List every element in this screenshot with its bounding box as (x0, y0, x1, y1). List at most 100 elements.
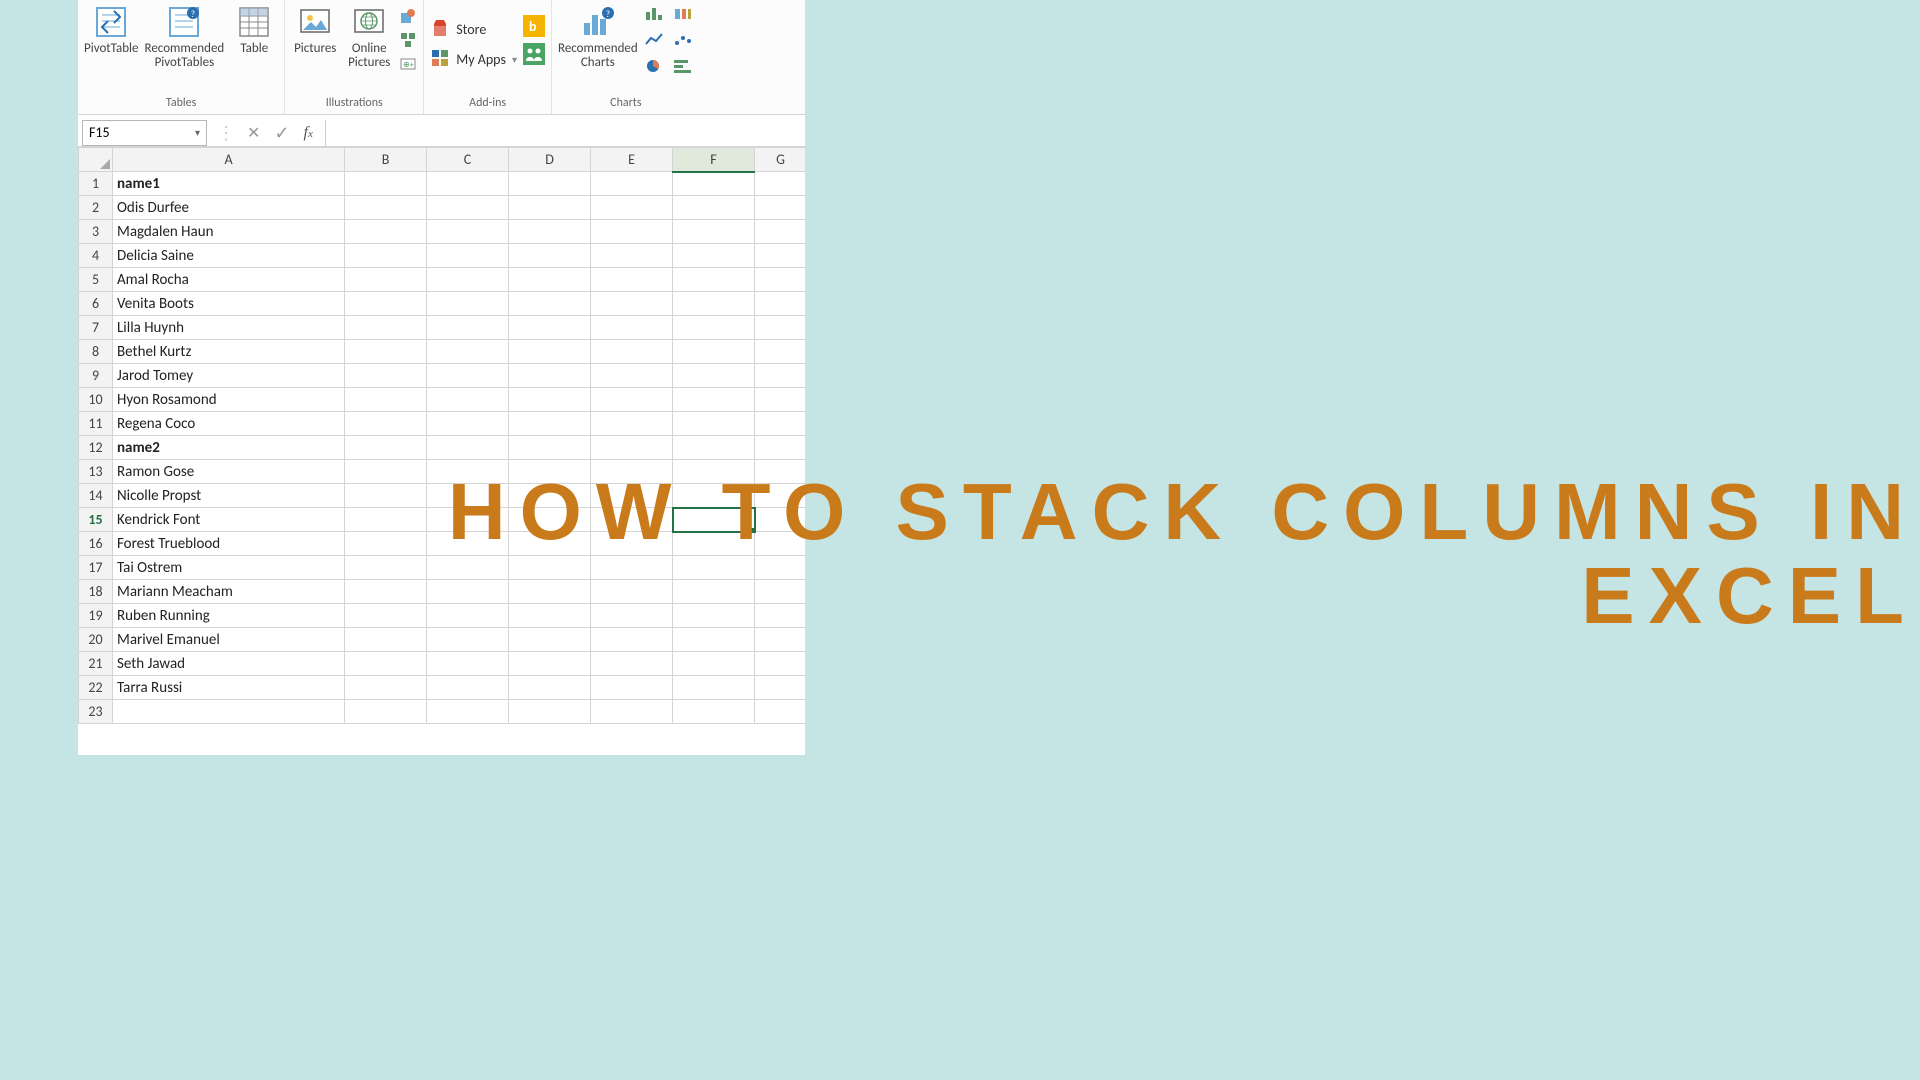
cell-B7[interactable] (345, 316, 427, 340)
cell-G7[interactable] (755, 316, 806, 340)
cell-B22[interactable] (345, 676, 427, 700)
cell-F5[interactable] (673, 268, 755, 292)
row-header-19[interactable]: 19 (79, 604, 113, 628)
screenshot-button[interactable]: ⊕+ (399, 55, 417, 77)
row-header-18[interactable]: 18 (79, 580, 113, 604)
column-header-A[interactable]: A (113, 148, 345, 172)
cell-F7[interactable] (673, 316, 755, 340)
column-header-C[interactable]: C (427, 148, 509, 172)
my-apps-button[interactable]: My Apps ▾ (430, 48, 517, 72)
cell-B9[interactable] (345, 364, 427, 388)
cell-C23[interactable] (427, 700, 509, 724)
cell-B16[interactable] (345, 532, 427, 556)
cell-F12[interactable] (673, 436, 755, 460)
pivottable-button[interactable]: PivotTable (84, 2, 139, 56)
row-header-22[interactable]: 22 (79, 676, 113, 700)
row-header-5[interactable]: 5 (79, 268, 113, 292)
cell-F2[interactable] (673, 196, 755, 220)
cell-B5[interactable] (345, 268, 427, 292)
cell-E4[interactable] (591, 244, 673, 268)
name-box-dropdown-icon[interactable]: ▾ (195, 126, 200, 139)
cell-B19[interactable] (345, 604, 427, 628)
cell-B8[interactable] (345, 340, 427, 364)
cell-C3[interactable] (427, 220, 509, 244)
cell-D11[interactable] (509, 412, 591, 436)
cell-A21[interactable]: Seth Jawad (113, 652, 345, 676)
cell-E7[interactable] (591, 316, 673, 340)
cell-B12[interactable] (345, 436, 427, 460)
people-graph-button[interactable] (523, 43, 545, 69)
cell-G8[interactable] (755, 340, 806, 364)
cell-A13[interactable]: Ramon Gose (113, 460, 345, 484)
cell-E21[interactable] (591, 652, 673, 676)
cell-F11[interactable] (673, 412, 755, 436)
cell-A1[interactable]: name1 (113, 172, 345, 196)
recommended-pivottables-button[interactable]: ? Recommended PivotTables (145, 2, 225, 70)
cell-A9[interactable]: Jarod Tomey (113, 364, 345, 388)
cell-B15[interactable] (345, 508, 427, 532)
cell-B2[interactable] (345, 196, 427, 220)
cell-D7[interactable] (509, 316, 591, 340)
cell-F23[interactable] (673, 700, 755, 724)
cell-A22[interactable]: Tarra Russi (113, 676, 345, 700)
cell-G5[interactable] (755, 268, 806, 292)
cell-E5[interactable] (591, 268, 673, 292)
column-header-B[interactable]: B (345, 148, 427, 172)
row-header-16[interactable]: 16 (79, 532, 113, 556)
cell-D6[interactable] (509, 292, 591, 316)
cell-F3[interactable] (673, 220, 755, 244)
cell-C4[interactable] (427, 244, 509, 268)
cancel-formula-button[interactable]: ✕ (247, 123, 260, 143)
row-header-8[interactable]: 8 (79, 340, 113, 364)
table-button[interactable]: Table (230, 2, 278, 56)
cell-F21[interactable] (673, 652, 755, 676)
cell-G2[interactable] (755, 196, 806, 220)
cell-E12[interactable] (591, 436, 673, 460)
row-header-1[interactable]: 1 (79, 172, 113, 196)
fx-icon[interactable]: fx (304, 124, 313, 142)
row-header-10[interactable]: 10 (79, 388, 113, 412)
cell-F1[interactable] (673, 172, 755, 196)
cell-C9[interactable] (427, 364, 509, 388)
cell-F10[interactable] (673, 388, 755, 412)
online-pictures-button[interactable]: Online Pictures (345, 2, 393, 70)
cell-E11[interactable] (591, 412, 673, 436)
cell-A14[interactable]: Nicolle Propst (113, 484, 345, 508)
column-header-E[interactable]: E (591, 148, 673, 172)
cell-A18[interactable]: Mariann Meacham (113, 580, 345, 604)
cell-C22[interactable] (427, 676, 509, 700)
cell-G3[interactable] (755, 220, 806, 244)
cell-G4[interactable] (755, 244, 806, 268)
cell-C11[interactable] (427, 412, 509, 436)
row-header-13[interactable]: 13 (79, 460, 113, 484)
cell-D5[interactable] (509, 268, 591, 292)
bar-chart-button[interactable] (672, 58, 694, 78)
name-box[interactable]: F15 ▾ (82, 120, 207, 146)
cell-E2[interactable] (591, 196, 673, 220)
pictures-button[interactable]: Pictures (291, 2, 339, 56)
row-header-15[interactable]: 15 (79, 508, 113, 532)
row-header-3[interactable]: 3 (79, 220, 113, 244)
store-button[interactable]: Store (430, 18, 517, 42)
cell-A8[interactable]: Bethel Kurtz (113, 340, 345, 364)
cell-C7[interactable] (427, 316, 509, 340)
cell-C10[interactable] (427, 388, 509, 412)
cell-G1[interactable] (755, 172, 806, 196)
cell-A6[interactable]: Venita Boots (113, 292, 345, 316)
row-header-9[interactable]: 9 (79, 364, 113, 388)
pie-chart-button[interactable] (644, 58, 666, 78)
column-header-F[interactable]: F (673, 148, 755, 172)
cell-D12[interactable] (509, 436, 591, 460)
cell-E1[interactable] (591, 172, 673, 196)
cell-G23[interactable] (755, 700, 806, 724)
shapes-button[interactable] (399, 7, 417, 29)
cell-F4[interactable] (673, 244, 755, 268)
smartart-button[interactable] (399, 31, 417, 53)
cell-A2[interactable]: Odis Durfee (113, 196, 345, 220)
cell-D8[interactable] (509, 340, 591, 364)
line-chart-button[interactable] (644, 32, 666, 52)
cell-A10[interactable]: Hyon Rosamond (113, 388, 345, 412)
row-header-11[interactable]: 11 (79, 412, 113, 436)
cell-A4[interactable]: Delicia Saine (113, 244, 345, 268)
row-header-14[interactable]: 14 (79, 484, 113, 508)
